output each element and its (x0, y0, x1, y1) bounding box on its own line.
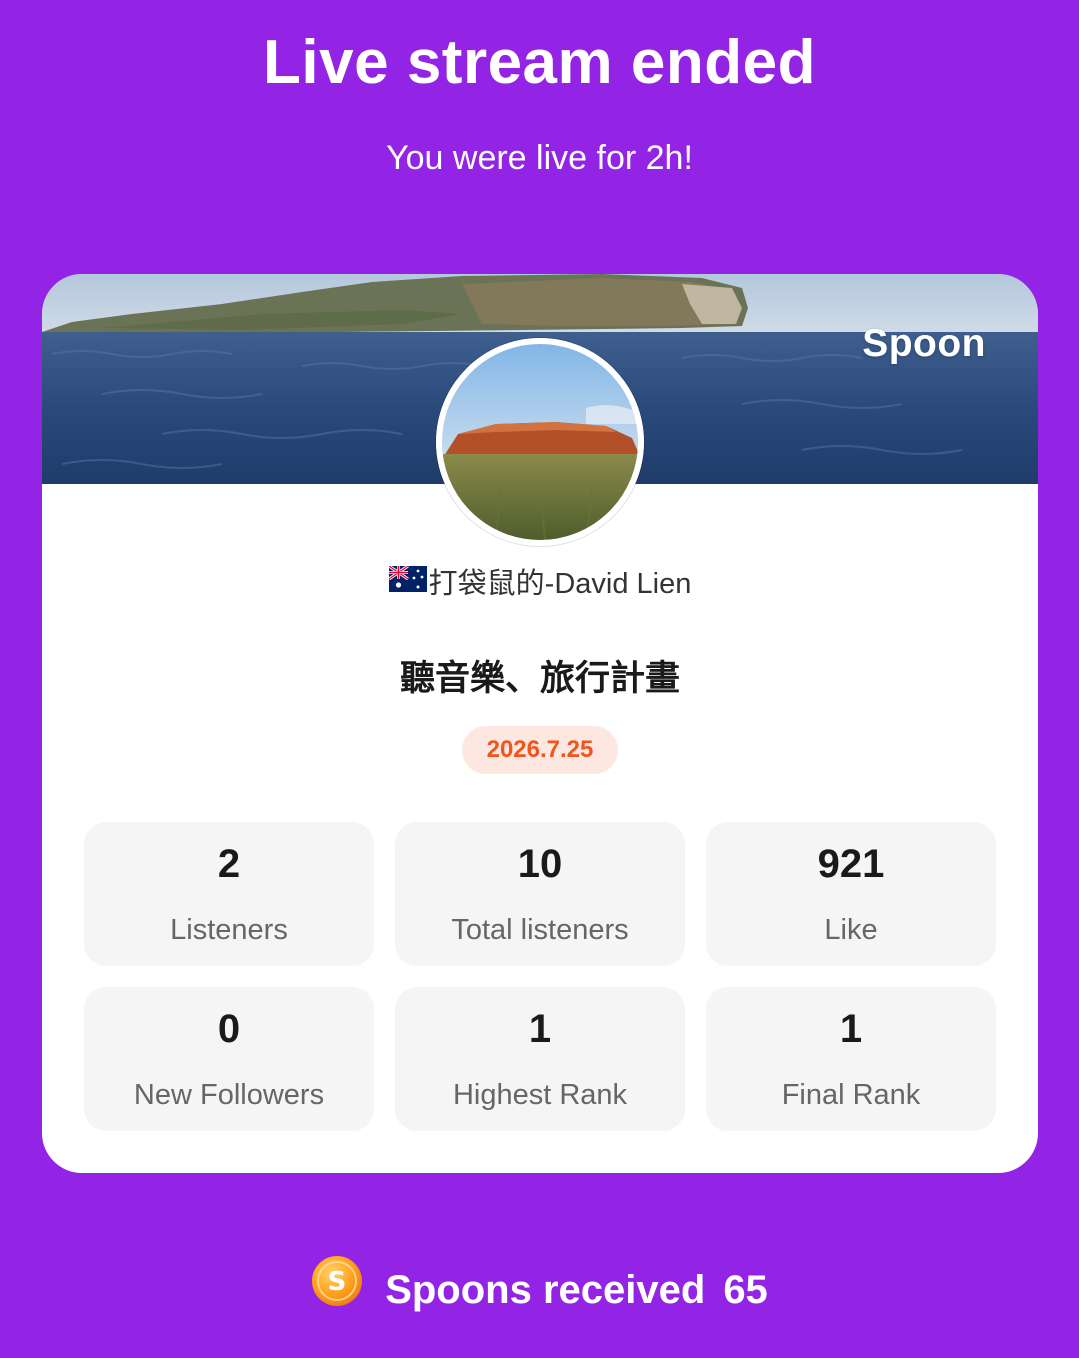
stat-label: Total listeners (451, 914, 629, 946)
stat-label: New Followers (133, 1079, 325, 1111)
stat-value: 1 (528, 1007, 552, 1051)
stat-label: Highest Rank (452, 1079, 628, 1111)
stat-final-rank: 1 Final Rank (706, 987, 996, 1131)
spoons-received-label: Spoons received (385, 1268, 706, 1312)
australia-flag-icon (387, 563, 427, 603)
spoon-coin-icon: S (311, 1255, 363, 1322)
stat-value: 921 (817, 842, 885, 886)
stat-listeners: 2 Listeners (84, 822, 374, 966)
stat-label: Like (824, 914, 878, 946)
stat-highest-rank: 1 Highest Rank (395, 987, 685, 1131)
broadcaster-name-text: 打袋鼠的-David Lien (428, 568, 692, 600)
spoons-received-value: 65 (723, 1268, 768, 1312)
live-duration-subtitle: You were live for 2h! (386, 139, 693, 177)
stream-summary-card: Spoon 打袋鼠的-David Lien 聽音樂、旅行計畫 2026.7.25… (42, 274, 1038, 1173)
stat-total-listeners: 10 Total listeners (395, 822, 685, 966)
spoon-brand-logo: Spoon (862, 322, 986, 365)
stat-value: 2 (217, 842, 241, 886)
stat-new-followers: 0 New Followers (84, 987, 374, 1131)
page-title: Live stream ended (263, 28, 816, 97)
stream-title: 聽音樂、旅行計畫 (399, 659, 680, 698)
stat-value: 0 (217, 1007, 241, 1051)
stat-value: 10 (517, 842, 563, 886)
spoons-received-row: S Spoons received 65 (0, 1255, 1079, 1318)
profile-avatar[interactable] (436, 338, 644, 546)
stat-label: Listeners (170, 914, 288, 946)
broadcaster-name[interactable]: 打袋鼠的-David Lien (42, 564, 1038, 604)
stat-label: Final Rank (781, 1079, 921, 1111)
svg-text:S: S (328, 1267, 347, 1297)
stat-likes: 921 Like (706, 822, 996, 966)
stream-date-badge: 2026.7.25 (462, 726, 618, 774)
stat-value: 1 (839, 1007, 863, 1051)
